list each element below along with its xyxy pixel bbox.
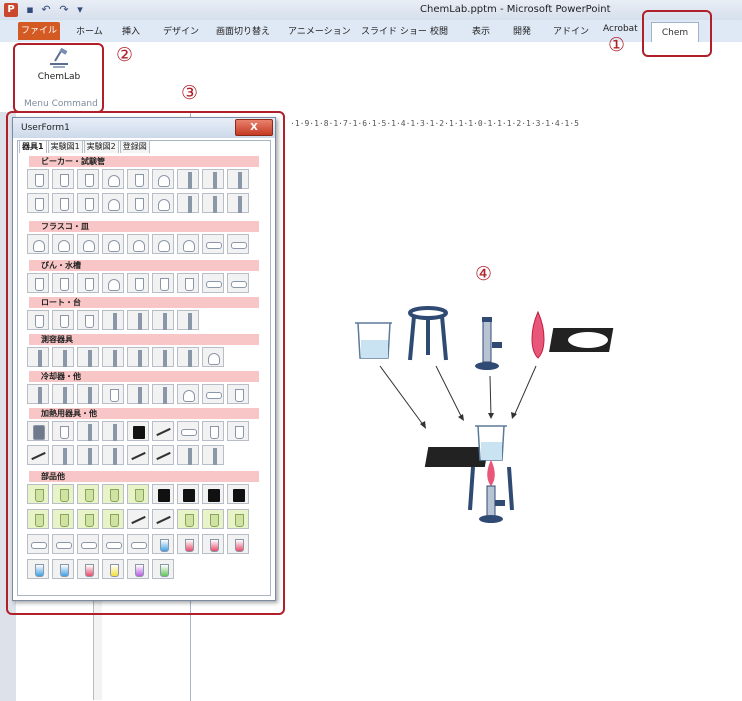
annotation-marker-1: ① bbox=[608, 34, 626, 56]
tab-design[interactable]: デザイン bbox=[163, 24, 199, 37]
ribbon-panel bbox=[0, 42, 742, 113]
annotation-marker-2: ② bbox=[116, 44, 134, 66]
annotation-marker-3: ③ bbox=[181, 82, 199, 104]
tripod-icon bbox=[408, 306, 448, 361]
save-icon[interactable]: ▪ bbox=[24, 4, 36, 16]
experiment-illustration[interactable] bbox=[340, 290, 640, 540]
assembled-apparatus-icon bbox=[424, 425, 514, 523]
tab-animations[interactable]: アニメーション bbox=[288, 24, 351, 37]
title-bar bbox=[0, 0, 742, 21]
tab-transitions[interactable]: 画面切り替え bbox=[216, 24, 270, 37]
undo-icon[interactable]: ↶ bbox=[40, 4, 52, 16]
wire-gauze-icon bbox=[549, 328, 614, 352]
ribbon-tab-bar: ホーム 挿入 デザイン 画面切り替え アニメーション スライド ショー 校閲 表… bbox=[0, 20, 742, 42]
tab-insert[interactable]: 挿入 bbox=[122, 24, 140, 37]
annotation-box-chemlab-button bbox=[13, 43, 104, 113]
customize-icon[interactable]: ▾ bbox=[74, 4, 86, 16]
beaker-icon bbox=[355, 322, 392, 359]
redo-icon[interactable]: ↷ bbox=[58, 4, 70, 16]
tab-acrobat[interactable]: Acrobat bbox=[603, 24, 638, 34]
window-title: ChemLab.pptm - Microsoft PowerPoint bbox=[420, 4, 611, 15]
tab-review[interactable]: 校閲 bbox=[430, 24, 448, 37]
horizontal-ruler: ·1·9·1·8·1·7·1·6·1·5·1·4·1·3·1·2·1·1·1·0… bbox=[290, 119, 579, 128]
tab-slideshow[interactable]: スライド ショー bbox=[361, 24, 427, 37]
powerpoint-logo-icon[interactable]: P bbox=[4, 3, 18, 17]
tab-addins[interactable]: アドイン bbox=[553, 24, 589, 37]
tab-developer[interactable]: 開発 bbox=[513, 24, 531, 37]
tab-file[interactable]: ファイル bbox=[18, 22, 60, 40]
annotation-box-userform bbox=[6, 111, 285, 615]
vertical-ruler bbox=[93, 600, 102, 700]
flame-icon bbox=[531, 310, 545, 359]
burner-icon bbox=[475, 317, 502, 370]
annotation-marker-4: ④ bbox=[475, 263, 493, 285]
tab-view[interactable]: 表示 bbox=[472, 24, 490, 37]
annotation-box-chem-tab bbox=[642, 10, 712, 57]
tab-home[interactable]: ホーム bbox=[76, 24, 103, 37]
